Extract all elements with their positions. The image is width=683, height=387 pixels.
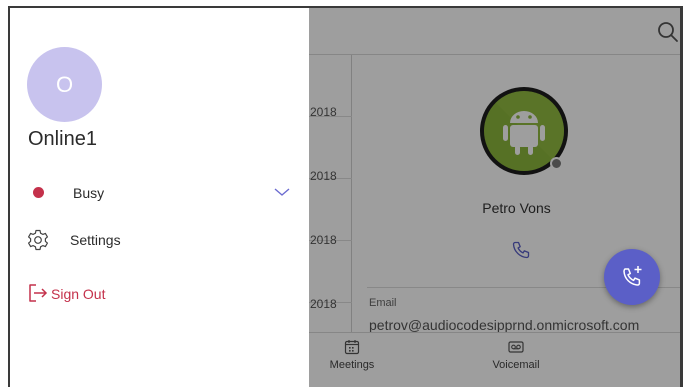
menu-item-settings[interactable]: Settings [10,226,309,256]
settings-label: Settings [70,232,121,248]
add-call-icon [623,266,642,286]
user-avatar[interactable]: O [27,47,102,122]
sign-out-icon [29,284,48,302]
frame-border [8,6,10,387]
navigation-drawer: O Online1 Busy Settings Sign Out [10,8,309,387]
device-screen: 2018 2018 2018 2018 Petro Vons Email pet… [0,0,683,387]
status-label: Busy [73,185,105,201]
user-name: Online1 [28,128,97,150]
new-call-button[interactable] [604,249,660,305]
menu-item-sign-out[interactable]: Sign Out [10,280,309,310]
gear-icon [28,229,48,251]
status-selector[interactable]: Busy [10,178,309,208]
frame-border [8,6,683,8]
chevron-down-icon[interactable] [273,183,291,201]
sign-out-label: Sign Out [51,286,106,302]
status-busy-icon [33,187,44,198]
